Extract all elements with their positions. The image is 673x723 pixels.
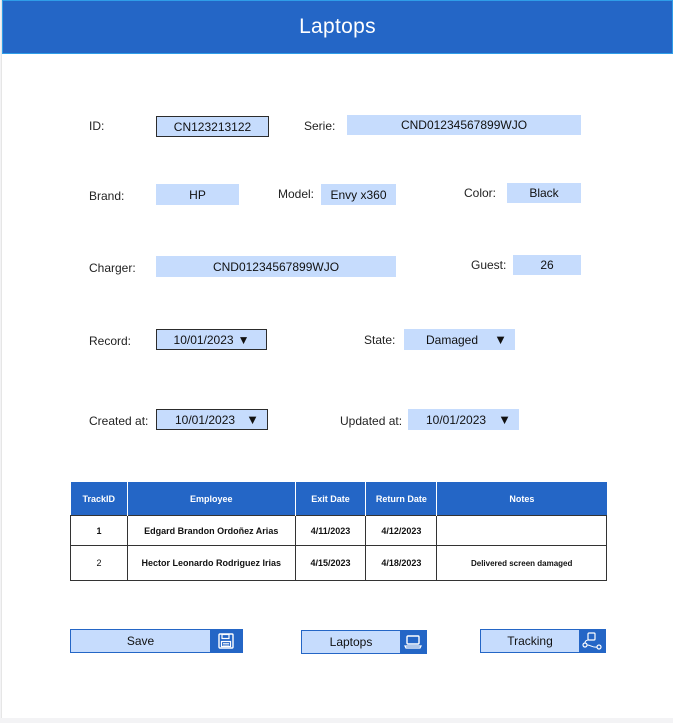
model-field[interactable]: Envy x360 [321, 184, 396, 205]
cell-track-id: 1 [70, 515, 128, 546]
dropdown-arrow-icon: ▼ [498, 411, 511, 427]
color-field[interactable]: Black [507, 183, 581, 203]
color-label: Color: [464, 186, 497, 200]
updated-at-value: 10/01/2023 [426, 412, 487, 427]
charger-field[interactable]: CND01234567899WJO [156, 256, 396, 277]
brand-label: Brand: [89, 189, 125, 203]
column-header-notes[interactable]: Notes [436, 482, 607, 516]
tracking-button-label: Tracking [507, 634, 553, 648]
id-value: CN123213122 [173, 119, 252, 134]
save-button[interactable]: Save [70, 629, 243, 653]
column-header-exit-date[interactable]: Exit Date [295, 482, 367, 516]
guest-value: 26 [540, 258, 554, 272]
brand-value: HP [189, 187, 206, 202]
tracking-table: TrackID Employee Exit Date Return Date N… [70, 482, 607, 581]
record-dropdown[interactable]: 10/01/2023 ▼ [156, 329, 267, 350]
floppy-disk-icon [210, 630, 242, 652]
dropdown-arrow-icon: ▼ [246, 411, 259, 427]
cell-employee: Hector Leonardo Rodriguez Irias [126, 545, 296, 581]
updated-at-label: Updated at: [340, 414, 403, 428]
state-value: Damaged [426, 332, 479, 347]
serie-value: CND01234567899WJO [400, 118, 528, 132]
model-label: Model: [278, 187, 315, 201]
charger-value: CND01234567899WJO [212, 259, 340, 274]
created-at-dropdown[interactable]: 10/01/2023 ▼ [156, 409, 268, 430]
column-header-employee[interactable]: Employee [127, 482, 296, 516]
record-label: Record: [89, 334, 132, 348]
created-at-label: Created at: [89, 414, 149, 428]
header-bar: Laptops [2, 0, 673, 54]
created-at-value: 10/01/2023 [175, 412, 236, 427]
cell-return-date: 4/18/2023 [365, 545, 438, 581]
state-label: State: [364, 333, 396, 347]
save-button-label: Save [126, 634, 155, 648]
cell-exit-date: 4/11/2023 [294, 515, 367, 546]
cell-employee: Edgard Brandon Ordoñez Arias [126, 515, 296, 546]
id-field[interactable]: CN123213122 [156, 116, 269, 137]
cell-exit-date: 4/15/2023 [294, 545, 367, 581]
tracking-route-icon [579, 630, 605, 652]
charger-label: Charger: [89, 261, 136, 275]
guest-field[interactable]: 26 [513, 255, 581, 275]
serie-field[interactable]: CND01234567899WJO [347, 115, 581, 135]
laptop-form-page: Laptops ID: CN123213122 Serie: CND012345… [1, 0, 673, 718]
guest-label: Guest: [471, 258, 507, 272]
cell-return-date: 4/12/2023 [365, 515, 438, 546]
cell-notes: Delivered screen damaged [436, 545, 607, 581]
serie-label: Serie: [304, 119, 336, 133]
laptop-icon [400, 631, 426, 653]
color-value: Black [529, 186, 559, 200]
id-label: ID: [89, 119, 105, 133]
table-header-row: TrackID Employee Exit Date Return Date N… [70, 482, 607, 516]
record-value: 10/01/2023 [173, 332, 234, 347]
updated-at-dropdown[interactable]: 10/01/2023 ▼ [408, 409, 519, 430]
tracking-button[interactable]: Tracking [480, 629, 606, 653]
cell-notes [436, 515, 607, 546]
laptops-button-label: Laptops [329, 635, 373, 649]
dropdown-arrow-icon: ▼ [494, 331, 507, 347]
column-header-trackid[interactable]: TrackID [70, 482, 128, 516]
page-title: Laptops [299, 15, 376, 38]
table-row[interactable]: 1 Edgard Brandon Ordoñez Arias 4/11/2023… [70, 515, 607, 546]
dropdown-arrow-icon: ▼ [237, 332, 250, 347]
state-dropdown[interactable]: Damaged ▼ [404, 329, 515, 350]
laptops-button[interactable]: Laptops [301, 630, 427, 654]
model-value: Envy x360 [330, 187, 387, 202]
column-header-return-date[interactable]: Return Date [365, 482, 438, 516]
cell-track-id: 2 [70, 545, 128, 581]
brand-field[interactable]: HP [156, 184, 239, 205]
table-row[interactable]: 2 Hector Leonardo Rodriguez Irias 4/15/2… [70, 545, 607, 581]
